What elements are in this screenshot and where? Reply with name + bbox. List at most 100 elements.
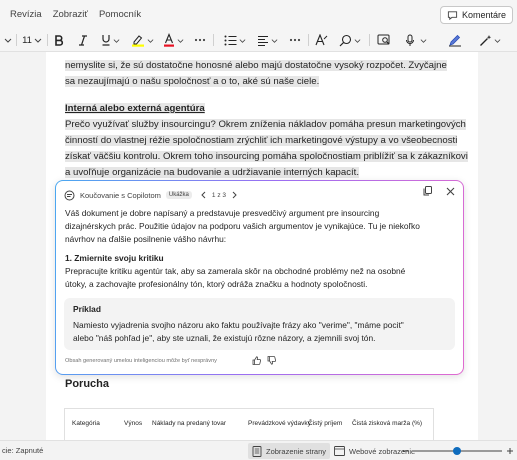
align-button[interactable]: [254, 28, 280, 52]
zoom-slider[interactable]: [412, 447, 502, 455]
card-header: Koučovanie s Copilotom Ukážka 1 z 3: [64, 187, 238, 203]
doc-paragraph-line: Prečo využívať služby insourcingu? Okrem…: [65, 119, 466, 130]
italic-icon: [79, 34, 87, 46]
copilot-coaching-card: Koučovanie s Copilotom Ukážka 1 z 3 Váš …: [55, 180, 464, 375]
bullets-button[interactable]: [222, 28, 248, 52]
microphone-icon: [406, 34, 414, 46]
web-view-icon: [334, 446, 345, 456]
thumbs-down-icon[interactable]: [267, 356, 276, 365]
comments-label: Komentáre: [461, 10, 506, 20]
example-text-line: alebo "náš pohľad je", aby ste uznali, ž…: [73, 333, 376, 343]
menu-view[interactable]: Zobraziť: [53, 9, 88, 20]
doc-paragraph-line: a uvoľňuje organizácie na budovanie a ud…: [65, 167, 360, 178]
table-header-cell: Čistá zisková marža (%): [352, 420, 423, 427]
ai-disclaimer: Obsah generovaný umelou inteligenciou mô…: [65, 358, 217, 364]
example-text-line: Namiesto vyjadrenia svojho názoru ako fa…: [73, 320, 404, 330]
table-header-cell: Čistý príjem: [308, 420, 343, 427]
italic-button[interactable]: [76, 28, 90, 52]
dictate-button[interactable]: [402, 28, 418, 52]
doc-paragraph-line: získať väčšiu kontrolu. Okrem toho insou…: [65, 151, 468, 162]
chevron-down-icon: [239, 38, 246, 43]
page-view-button[interactable]: Zobrazenie strany: [248, 443, 331, 459]
pager-count: 1 z 3: [211, 191, 226, 199]
more-paragraph-options-button[interactable]: [287, 28, 303, 52]
table-header-cell: Výnos: [124, 420, 143, 427]
menu-bar: Revízia Zobraziť Pomocník Komentáre: [0, 0, 517, 28]
menu-review[interactable]: Revízia: [10, 9, 42, 20]
doc-heading-2: Porucha: [65, 378, 110, 390]
status-bar: cie: Zapnuté Zobrazenie strany Webové zo…: [0, 440, 517, 460]
search-icon: [339, 34, 352, 46]
bold-icon: [55, 34, 64, 46]
doc-heading: Interná alebo externá agentúra: [65, 103, 205, 114]
close-icon[interactable]: [446, 187, 455, 196]
copilot-icon: [64, 189, 75, 201]
table-header-cell: Náklady na predaný tovar: [152, 420, 227, 427]
feedback-buttons: [252, 356, 276, 365]
dictate-chevron[interactable]: [418, 28, 428, 52]
editor-button[interactable]: [446, 28, 464, 52]
intro-text-line: návrhov na ďalšie posilnenie vášho návrh…: [65, 234, 227, 244]
chevron-down-icon: [177, 38, 183, 43]
font-color-button[interactable]: [160, 28, 186, 52]
suggestion-pager: 1 z 3: [200, 191, 238, 199]
font-color-icon: [163, 33, 174, 47]
page-view-label: Zobrazenie strany: [266, 446, 327, 456]
bullet-list-icon: [224, 35, 237, 45]
zoom-out-icon[interactable]: [402, 447, 410, 455]
example-box: Príklad Namiesto vyjadrenia svojho názor…: [64, 298, 455, 350]
example-title: Príklad: [73, 304, 101, 314]
intro-text-line: Váš dokument je dobre napísaný a predsta…: [65, 208, 380, 218]
more-font-options-button[interactable]: [192, 28, 208, 52]
zoom-in-icon[interactable]: [506, 447, 514, 455]
underline-icon: [101, 35, 110, 46]
font-size-picker[interactable]: 11: [19, 28, 45, 52]
accessibility-status[interactable]: cie: Zapnuté: [2, 446, 43, 455]
copy-icon[interactable]: [423, 186, 432, 196]
chevron-down-icon: [420, 38, 426, 43]
ribbon: 11: [0, 28, 517, 52]
font-name-chevron[interactable]: [2, 28, 14, 52]
preview-badge: Ukážka: [165, 191, 192, 199]
card-title: Koučovanie s Copilotom: [80, 190, 161, 200]
suggestion-text-line: Prepracujte kritiku agentúr tak, aby sa …: [65, 266, 406, 276]
chevron-down-icon: [354, 38, 361, 43]
doc-paragraph-line: sa nezaujímajú o našu spoločnosť a o to,…: [65, 76, 320, 87]
styles-icon: [314, 34, 327, 46]
highlighter-icon: [131, 35, 144, 47]
card-actions: [423, 186, 455, 196]
suggestion-text-line: útoky, a zachovajte profesionálny tón, k…: [65, 279, 368, 289]
highlight-button[interactable]: [128, 28, 156, 52]
more-icon: [194, 38, 206, 42]
copilot-button[interactable]: [476, 28, 504, 52]
table-header-cell: Prevádzkové výdavky: [248, 420, 311, 427]
page-view-icon: [252, 445, 262, 457]
chevron-down-icon: [494, 38, 501, 43]
underline-button[interactable]: [98, 28, 122, 52]
pen-sparkle-icon: [449, 34, 461, 47]
comment-icon: [447, 10, 458, 20]
doc-paragraph-line: činností do vlastnej réžie spoločnostiam…: [65, 135, 458, 146]
doc-paragraph-line: nemyslite si, že sú dostatočne honosné a…: [65, 60, 447, 71]
chevron-down-icon: [34, 38, 42, 43]
comments-button[interactable]: Komentáre: [439, 6, 513, 24]
suggestion-title: 1. Zmiernite svoju kritiku: [65, 253, 164, 263]
intro-text-line: dizajnérskych prác. Použitie údajov na p…: [65, 221, 420, 231]
magic-wand-icon: [480, 34, 492, 46]
menu-help[interactable]: Pomocník: [99, 9, 141, 20]
styles-button[interactable]: [313, 28, 329, 52]
more-icon: [289, 38, 301, 42]
zoom-slider-thumb[interactable]: [453, 447, 461, 455]
thumbs-up-icon[interactable]: [252, 356, 261, 365]
insert-picture-button[interactable]: [376, 28, 392, 52]
chevron-left-icon[interactable]: [200, 191, 207, 199]
table-header-cell: Kategória: [72, 420, 100, 427]
bold-button[interactable]: [52, 28, 66, 52]
font-size-value: 11: [22, 34, 32, 46]
chevron-right-icon[interactable]: [231, 191, 238, 199]
chevron-down-icon: [271, 38, 277, 43]
picture-search-icon: [377, 34, 390, 45]
find-button[interactable]: [336, 28, 364, 52]
chevron-down-icon: [113, 38, 119, 43]
chevron-down-icon: [147, 38, 153, 43]
